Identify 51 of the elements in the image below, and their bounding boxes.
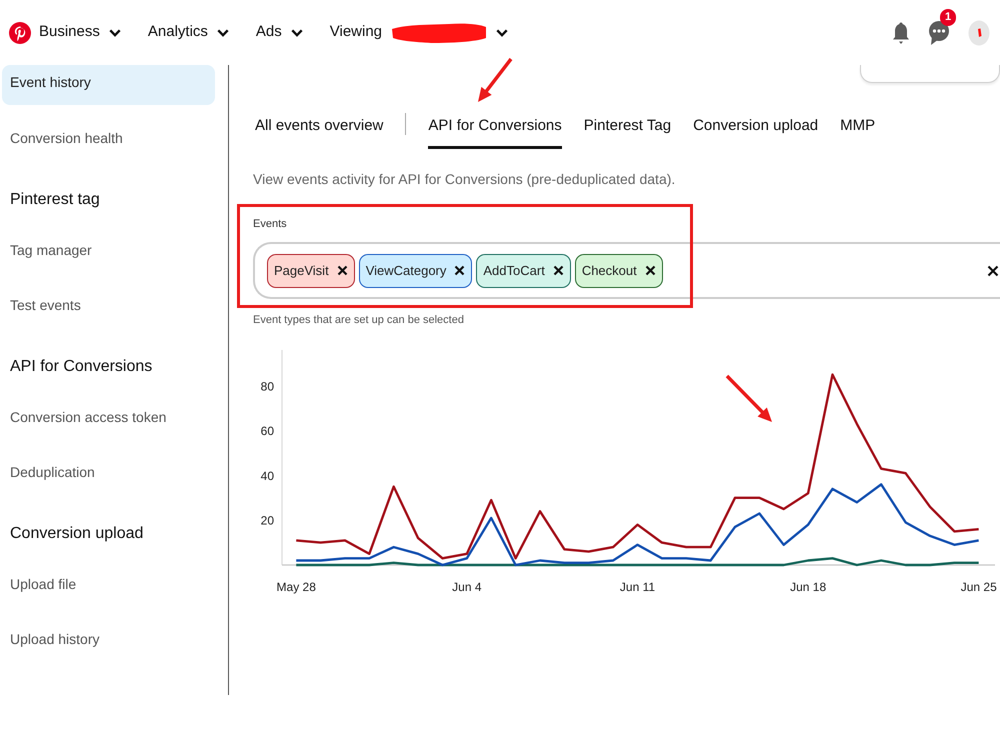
- y-tick-label: 80: [260, 379, 274, 394]
- caret-icon: [290, 28, 303, 36]
- y-tick-label: 40: [260, 468, 274, 483]
- sidebar-item[interactable]: Upload file: [2, 562, 215, 606]
- tab[interactable]: Conversion upload: [693, 105, 818, 149]
- x-tick-label: Jun 4: [452, 580, 482, 594]
- close-icon[interactable]: [644, 265, 656, 276]
- sidebar-item[interactable]: Deduplication: [2, 450, 215, 494]
- helper-text: Event types that are set up can be selected: [253, 313, 465, 327]
- x-tick-label: Jun 11: [620, 580, 656, 594]
- tab[interactable]: Pinterest Tag: [584, 105, 672, 149]
- section-heading: API for Conversions: [9, 356, 154, 376]
- caret-icon: [216, 28, 229, 36]
- section-heading: Conversion upload: [9, 524, 144, 544]
- field-label: Events: [253, 217, 288, 231]
- event-chip: PageVisit: [267, 254, 355, 288]
- tab[interactable]: MMP: [840, 105, 876, 149]
- sidebar-item[interactable]: Conversion health: [2, 116, 215, 160]
- logo-icon[interactable]: [9, 22, 31, 44]
- event-chip: AddToCart: [476, 254, 571, 288]
- messages-icon[interactable]: [928, 20, 950, 46]
- events-field[interactable]: PageVisit ViewCategory AddToCart Checkout: [253, 242, 1000, 299]
- x-tick-label: Jun 25: [960, 580, 997, 594]
- sidebar-item[interactable]: Test events: [2, 283, 215, 327]
- close-icon[interactable]: [552, 265, 564, 276]
- nav-menu-button[interactable]: Business: [39, 16, 121, 48]
- x-tick-label: Jun 18: [790, 580, 826, 594]
- tab[interactable]: API for Conversions: [428, 105, 562, 149]
- caret-icon: [108, 28, 121, 36]
- nav-menu-button[interactable]: Analytics: [148, 16, 229, 48]
- description-text: View events activity for API for Conversions (pre-deduplicated data).: [253, 170, 676, 189]
- tab[interactable]: All events overview: [255, 105, 384, 149]
- close-icon[interactable]: [336, 265, 348, 276]
- avatar-icon[interactable]: [968, 20, 990, 46]
- caret-icon: [496, 28, 508, 36]
- sidebar-item[interactable]: Upload history: [2, 617, 215, 661]
- nav-menu-button[interactable]: Viewing: [330, 16, 508, 48]
- close-icon[interactable]: [454, 265, 466, 276]
- sidebar-item[interactable]: Conversion access token: [2, 395, 215, 439]
- notifications-bell-icon[interactable]: [892, 20, 910, 44]
- x-tick-label: May 28: [276, 580, 316, 594]
- clear-icon[interactable]: [987, 264, 999, 276]
- section-heading: Pinterest tag: [9, 190, 101, 210]
- y-tick-label: 20: [260, 514, 274, 528]
- event-chip: Checkout: [574, 254, 663, 288]
- sidebar-item[interactable]: Tag manager: [2, 228, 215, 272]
- nav-menu-button[interactable]: Ads: [256, 16, 303, 48]
- sidebar-item[interactable]: Event history: [2, 65, 215, 105]
- event-chip: ViewCategory: [358, 254, 472, 288]
- y-tick-label: 60: [260, 424, 274, 438]
- notification-badge: 1: [940, 8, 956, 26]
